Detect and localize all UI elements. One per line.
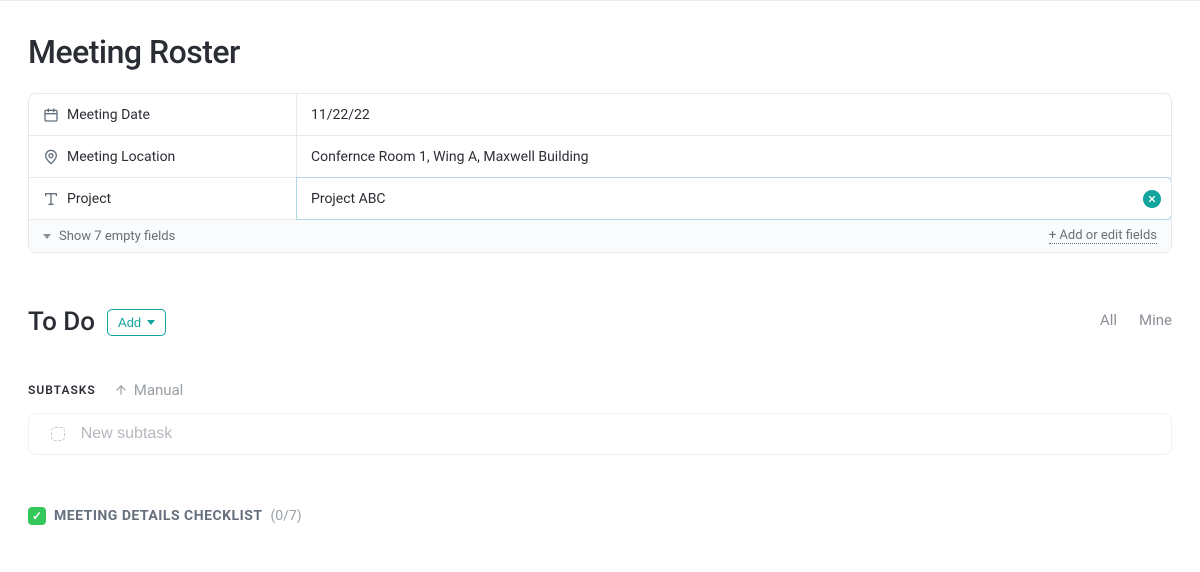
check-icon: ✓ bbox=[28, 507, 46, 525]
field-value-text: 11/22/22 bbox=[311, 107, 370, 123]
fields-panel: Meeting Date 11/22/22 Meeting Location C… bbox=[28, 93, 1172, 253]
todo-title: To Do bbox=[28, 307, 95, 337]
field-label-text: Meeting Date bbox=[67, 107, 150, 123]
field-value-meeting-date[interactable]: 11/22/22 bbox=[297, 94, 1171, 135]
page-title: Meeting Roster bbox=[28, 33, 1172, 71]
text-type-icon bbox=[43, 191, 59, 207]
subtasks-sort-mode[interactable]: Manual bbox=[114, 381, 184, 399]
field-row-project: Project Project ABC bbox=[29, 178, 1171, 220]
field-value-project[interactable]: Project ABC bbox=[296, 177, 1172, 220]
checklist-section: ✓ MEETING DETAILS CHECKLIST (0/7) bbox=[28, 507, 1172, 525]
filter-all[interactable]: All bbox=[1100, 311, 1117, 329]
clear-field-button[interactable] bbox=[1143, 190, 1161, 208]
field-label-text: Meeting Location bbox=[67, 149, 175, 165]
add-edit-fields-link[interactable]: + Add or edit fields bbox=[1049, 228, 1157, 244]
todo-filters: All Mine bbox=[1100, 311, 1172, 329]
field-label-project: Project bbox=[29, 178, 297, 219]
checklist-count: (0/7) bbox=[271, 508, 302, 524]
chevron-down-icon bbox=[147, 320, 155, 325]
field-row-meeting-date: Meeting Date 11/22/22 bbox=[29, 94, 1171, 136]
subtask-checkbox-placeholder bbox=[51, 427, 65, 441]
field-label-text: Project bbox=[67, 191, 111, 207]
sort-mode-label: Manual bbox=[134, 381, 184, 399]
field-value-text: Confernce Room 1, Wing A, Maxwell Buildi… bbox=[311, 149, 589, 165]
subtasks-row: SUBTASKS Manual bbox=[28, 381, 1172, 399]
add-button-label: Add bbox=[118, 315, 141, 330]
field-value-text: Project ABC bbox=[311, 191, 386, 207]
field-row-meeting-location: Meeting Location Confernce Room 1, Wing … bbox=[29, 136, 1171, 178]
checklist-title[interactable]: MEETING DETAILS CHECKLIST bbox=[54, 508, 263, 524]
show-empty-fields-toggle[interactable]: Show 7 empty fields bbox=[43, 229, 175, 244]
todo-section: To Do Add All Mine SUBTASKS Manual bbox=[28, 307, 1172, 455]
arrow-up-icon bbox=[114, 383, 128, 397]
field-label-meeting-location: Meeting Location bbox=[29, 136, 297, 177]
field-label-meeting-date: Meeting Date bbox=[29, 94, 297, 135]
filter-mine[interactable]: Mine bbox=[1139, 311, 1172, 329]
calendar-icon bbox=[43, 107, 59, 123]
new-subtask-input[interactable] bbox=[79, 424, 1149, 444]
fields-panel-footer: Show 7 empty fields + Add or edit fields bbox=[29, 220, 1171, 252]
todo-header: To Do Add bbox=[28, 307, 1172, 337]
add-todo-button[interactable]: Add bbox=[107, 309, 166, 336]
subtasks-label: SUBTASKS bbox=[28, 383, 96, 397]
new-subtask-row[interactable] bbox=[28, 413, 1172, 455]
chevron-down-icon bbox=[43, 234, 51, 239]
show-empty-fields-label: Show 7 empty fields bbox=[59, 229, 175, 244]
location-pin-icon bbox=[43, 149, 59, 165]
field-value-meeting-location[interactable]: Confernce Room 1, Wing A, Maxwell Buildi… bbox=[297, 136, 1171, 177]
